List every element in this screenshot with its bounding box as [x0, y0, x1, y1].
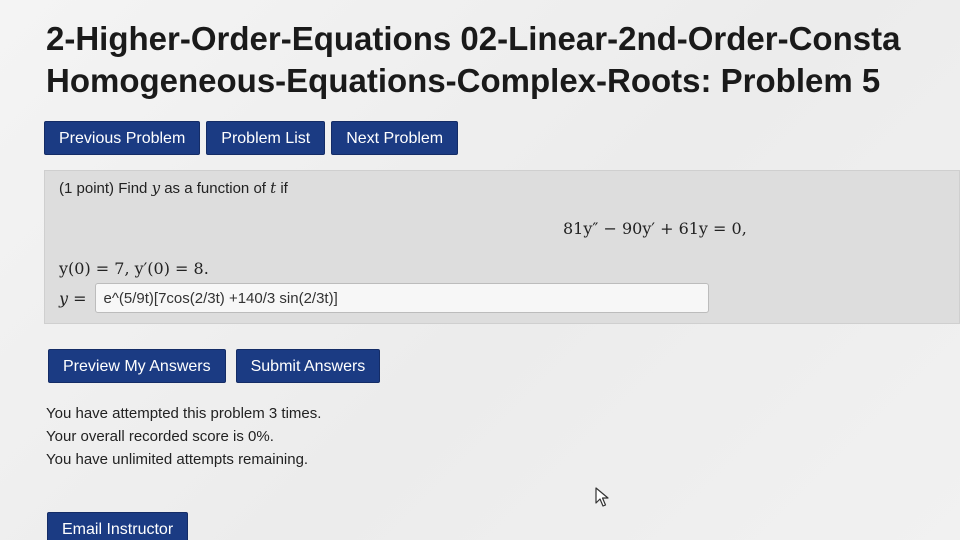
page-title-line-1: 2-Higher-Order-Equations 02-Linear-2nd-O…	[46, 20, 901, 57]
answer-label: y =	[59, 288, 87, 308]
attempts-text: You have attempted this problem 3 times.	[46, 405, 322, 422]
remaining-text: You have unlimited attempts remaining.	[46, 451, 309, 468]
attempt-status: You have attempted this problem 3 times.…	[46, 402, 321, 471]
preview-answers-button[interactable]: Preview My Answers	[48, 349, 226, 383]
score-text: Your overall recorded score is 0%.	[46, 428, 274, 445]
submit-answers-button[interactable]: Submit Answers	[235, 349, 381, 383]
prompt-var-y: y	[151, 179, 161, 197]
mouse-pointer-icon	[595, 487, 609, 507]
problem-box: (1 point) Find y as a function of t if 8…	[44, 170, 960, 324]
email-instructor-wrapper: Email Instructor	[47, 512, 189, 540]
problem-list-button[interactable]: Problem List	[206, 121, 326, 155]
problem-prompt: (1 point) Find y as a function of t if	[59, 179, 288, 197]
prompt-var-t: t	[270, 179, 277, 197]
page-title-line-2: Homogeneous-Equations-Complex-Roots: Pro…	[46, 62, 881, 99]
answer-row: y =	[59, 283, 709, 313]
differential-equation: 81y″ − 90y′ + 61y = 0,	[563, 219, 747, 238]
problem-points: (1 point)	[59, 180, 115, 197]
email-instructor-button[interactable]: Email Instructor	[47, 512, 189, 540]
page-title: 2-Higher-Order-Equations 02-Linear-2nd-O…	[46, 18, 960, 102]
prompt-find: Find	[118, 180, 148, 197]
answer-input[interactable]	[94, 283, 709, 313]
next-problem-button[interactable]: Next Problem	[331, 121, 459, 155]
prompt-mid: as a function of	[164, 180, 266, 197]
prompt-end: if	[280, 180, 288, 197]
previous-problem-button[interactable]: Previous Problem	[44, 121, 201, 155]
initial-conditions: y(0) = 7, y′(0) = 8.	[59, 259, 209, 278]
answer-actions: Preview My Answers Submit Answers	[48, 349, 381, 383]
problem-navigation: Previous Problem Problem List Next Probl…	[44, 121, 459, 155]
